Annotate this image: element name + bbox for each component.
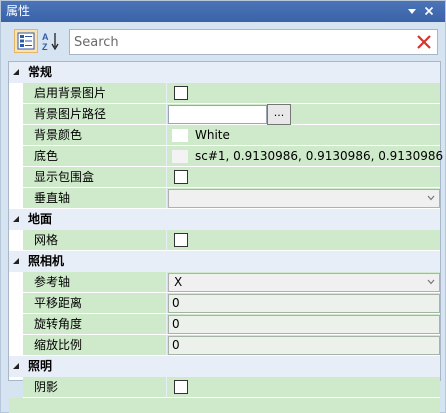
enable-background-image-checkbox[interactable] [174,86,188,100]
svg-text:A: A [42,32,49,42]
grid-checkbox[interactable] [174,233,188,247]
property-name: 平移距离 [23,293,167,314]
property-row: 阴影 [9,377,440,398]
property-row: 缩放比例 0 [9,335,440,356]
categorized-view-icon [17,32,35,50]
close-icon[interactable] [421,3,437,19]
property-grid: 常规 启用背景图片 背景图片路径 ... 背景颜色 White 底色 sc#1,… [8,61,443,413]
reference-axis-dropdown[interactable]: X [168,273,440,292]
search-input[interactable] [74,33,404,51]
category-camera[interactable]: 照相机 [9,251,440,272]
collapse-icon[interactable] [12,362,20,370]
property-name: 阴影 [23,377,167,398]
property-row: 显示包围盒 [9,167,440,188]
property-name: 背景颜色 [23,125,167,146]
property-row: 网格 [9,230,440,251]
property-name: 底色 [23,146,167,167]
collapse-icon[interactable] [12,257,20,265]
category-label: 照明 [28,359,53,373]
property-name: 启用背景图片 [23,83,167,104]
property-row: 启用背景图片 [9,83,440,104]
property-name: 网格 [23,230,167,251]
category-ground[interactable]: 地面 [9,209,440,230]
chevron-down-icon [427,279,435,285]
clear-search-icon[interactable] [415,33,433,51]
category-label: 照相机 [28,254,65,268]
property-row: 垂直轴 [9,188,440,209]
property-name: 垂直轴 [23,188,167,209]
search-box[interactable] [69,29,438,55]
color-swatch [172,129,188,142]
property-name: 缩放比例 [23,335,167,356]
browse-button[interactable]: ... [267,104,291,125]
property-row: 参考轴 X [9,272,440,293]
svg-text:Z: Z [42,42,48,52]
collapse-icon[interactable] [12,215,20,223]
property-row: 底色 sc#1, 0.9130986, 0.9130986, 0.9130986 [9,146,443,167]
property-name: 参考轴 [23,272,167,293]
grid-empty-area [9,398,440,413]
toolbar: A Z [8,27,438,57]
panel-title: 属性 [6,4,31,18]
category-general[interactable]: 常规 [9,62,440,83]
alphabetical-sort-button[interactable]: A Z [39,29,63,53]
panel-title-bar[interactable]: 属性 [1,1,445,22]
rotation-angle-input[interactable]: 0 [168,315,440,334]
shadow-checkbox[interactable] [174,380,188,394]
property-row: 旋转角度 0 [9,314,440,335]
base-color-value[interactable]: sc#1, 0.9130986, 0.9130986, 0.9130986 [167,146,443,167]
show-bounding-box-checkbox[interactable] [174,170,188,184]
category-label: 地面 [28,212,53,226]
alphabetical-sort-icon: A Z [42,32,59,52]
collapse-icon[interactable] [12,68,20,76]
vertical-axis-dropdown[interactable] [168,189,440,208]
chevron-down-icon[interactable] [404,3,420,19]
categorized-view-button[interactable] [14,29,38,53]
property-row: 背景图片路径 ... [9,104,440,125]
category-label: 常规 [28,65,53,79]
chevron-down-icon [427,195,435,201]
background-image-path-input[interactable] [168,105,267,124]
zoom-scale-input[interactable]: 0 [168,336,440,355]
pan-distance-input[interactable]: 0 [168,294,440,313]
property-row: 平移距离 0 [9,293,440,314]
properties-panel: 属性 A Z Search 常规 启用背景图片 背景图片路径 ... 背景颜色 … [0,0,446,413]
category-lighting[interactable]: 照明 [9,356,440,377]
property-name: 显示包围盒 [23,167,167,188]
property-name: 背景图片路径 [23,104,167,125]
property-row: 背景颜色 White [9,125,440,146]
property-name: 旋转角度 [23,314,167,335]
background-color-value[interactable]: White [167,125,440,146]
color-swatch [172,150,188,163]
